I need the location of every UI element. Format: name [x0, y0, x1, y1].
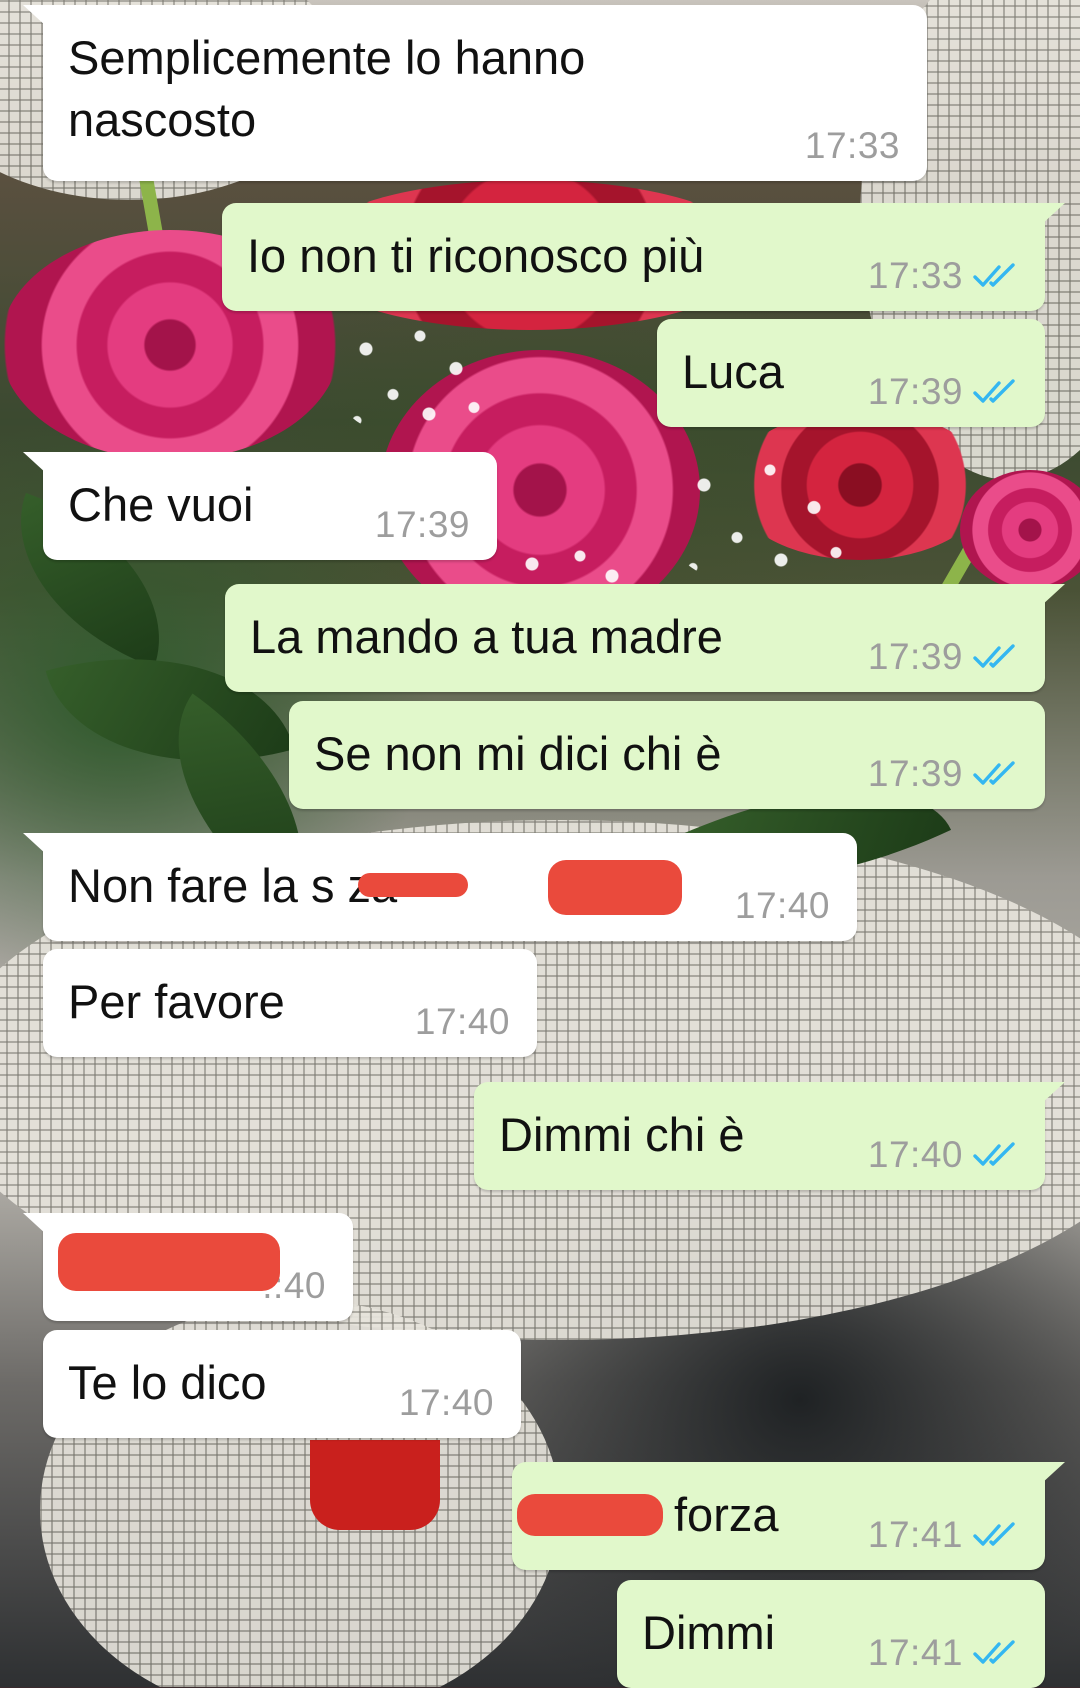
- outgoing-message[interactable]: Io non ti riconosco più 17:33: [222, 203, 1065, 311]
- incoming-message[interactable]: Te lo dico 17:40: [43, 1330, 521, 1438]
- incoming-message[interactable]: Non fare la s za 17:40: [23, 833, 857, 941]
- message-text: Per favore: [68, 975, 285, 1028]
- incoming-message[interactable]: Semplicemente lo hanno nascosto 17:33: [23, 5, 927, 181]
- double-check-icon: [973, 1640, 1015, 1664]
- incoming-message[interactable]: Per favore 17:40: [43, 949, 537, 1057]
- chat-message-list[interactable]: Semplicemente lo hanno nascosto 17:33 Io…: [0, 0, 1080, 1688]
- outgoing-message[interactable]: Se non mi dici chi è 17:39: [289, 701, 1045, 809]
- message-text: Luca: [682, 345, 784, 398]
- outgoing-message[interactable]: forza 17:41: [512, 1462, 1065, 1570]
- redaction-mark: [517, 1494, 663, 1536]
- message-timestamp: 17:33: [804, 125, 900, 166]
- message-timestamp: 17:33: [867, 255, 963, 296]
- message-text: Dimmi chi è: [499, 1108, 745, 1161]
- incoming-message[interactable]: Che vuoi 17:39: [23, 452, 497, 560]
- double-check-icon: [973, 761, 1015, 785]
- message-timestamp: 17:40: [867, 1134, 963, 1175]
- outgoing-message[interactable]: Dimmi 17:41: [617, 1580, 1045, 1688]
- message-text: Non fare la s za: [68, 859, 398, 912]
- message-timestamp: 17:41: [867, 1632, 963, 1673]
- message-text: La mando a tua madre: [250, 610, 723, 663]
- double-check-icon: [973, 1522, 1015, 1546]
- message-timestamp: 17:40: [734, 885, 830, 926]
- double-check-icon: [973, 644, 1015, 668]
- outgoing-message[interactable]: Dimmi chi è 17:40: [474, 1082, 1065, 1190]
- message-text: Semplicemente lo hanno nascosto: [68, 31, 586, 146]
- message-timestamp: 17:39: [867, 753, 963, 794]
- message-text: Te lo dico: [68, 1356, 267, 1409]
- message-timestamp: 17:40: [398, 1382, 494, 1423]
- message-timestamp: 17:41: [867, 1514, 963, 1555]
- message-timestamp: 17:39: [867, 636, 963, 677]
- message-text: Se non mi dici chi è: [314, 727, 722, 780]
- message-timestamp: 17:39: [374, 504, 470, 545]
- double-check-icon: [973, 1142, 1015, 1166]
- message-text: Dimmi: [642, 1606, 776, 1659]
- message-text: forza: [674, 1488, 779, 1541]
- outgoing-message[interactable]: La mando a tua madre 17:39: [225, 584, 1065, 692]
- redaction-mark: [58, 1233, 280, 1291]
- message-timestamp: 17:39: [867, 371, 963, 412]
- message-text: Io non ti riconosco più: [247, 229, 705, 282]
- double-check-icon: [973, 263, 1015, 287]
- redaction-mark: [548, 860, 682, 915]
- incoming-message[interactable]: .:40: [23, 1213, 353, 1321]
- outgoing-message[interactable]: Luca 17:39: [657, 319, 1045, 427]
- redaction-mark: [358, 873, 468, 897]
- message-text: Che vuoi: [68, 478, 254, 531]
- double-check-icon: [973, 379, 1015, 403]
- message-timestamp: 17:40: [414, 1001, 510, 1042]
